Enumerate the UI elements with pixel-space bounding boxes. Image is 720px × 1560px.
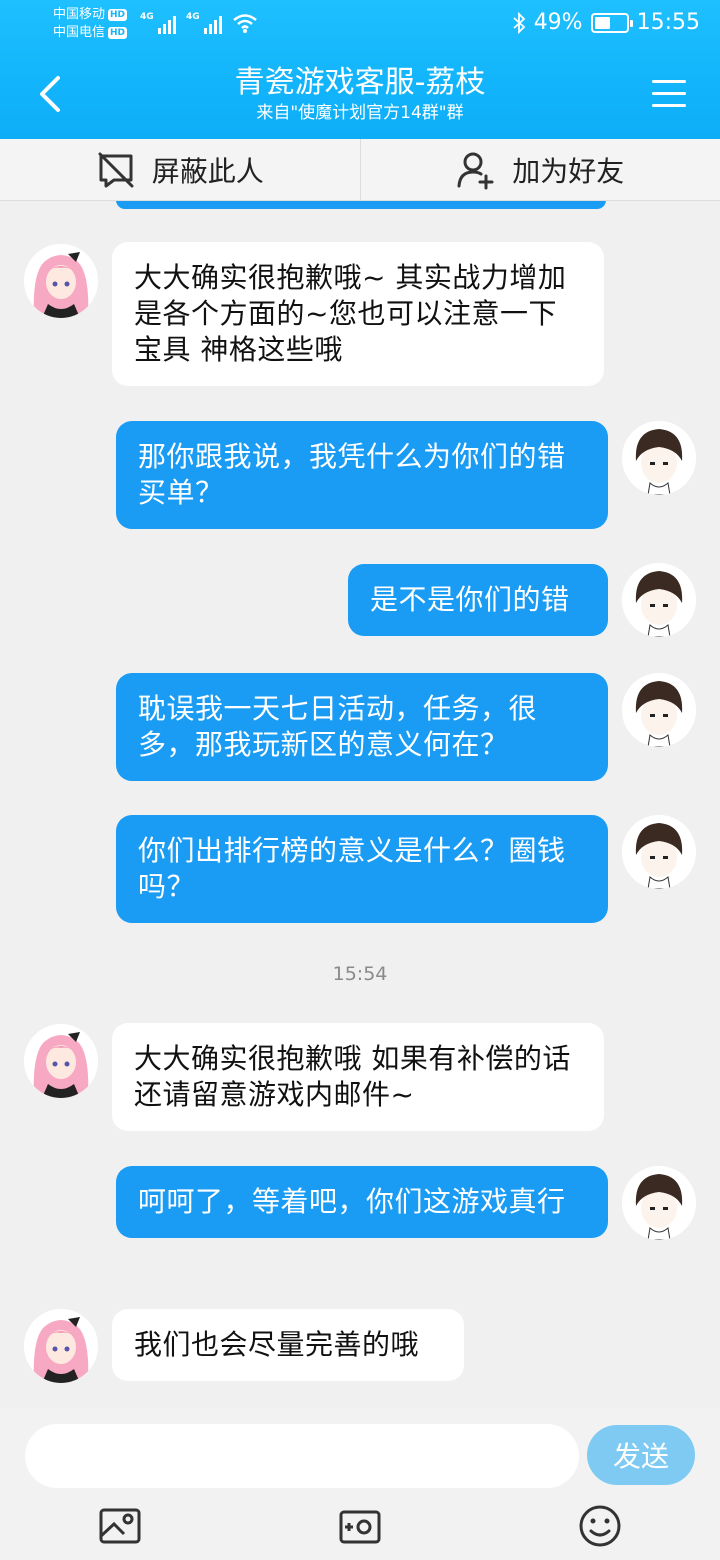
bluetooth-icon [513, 11, 525, 34]
wifi-icon [233, 14, 257, 33]
anime-girl-avatar-icon [24, 1024, 98, 1098]
message-bubble[interactable]: 大大确实很抱歉哦 如果有补偿的话 还请留意游戏内邮件~ [112, 1023, 604, 1131]
boy-avatar-icon [622, 421, 696, 495]
boy-avatar-icon [622, 815, 696, 889]
chevron-left-icon[interactable] [36, 74, 66, 114]
add-friend-icon [457, 152, 494, 189]
anime-girl-avatar-icon [24, 1309, 98, 1383]
avatar[interactable] [622, 563, 696, 637]
partial-message-bubble [116, 201, 606, 209]
boy-avatar-icon [622, 563, 696, 637]
image-icon[interactable] [98, 1504, 142, 1548]
boy-avatar-icon [622, 1166, 696, 1240]
message-bubble[interactable]: 大大确实很抱歉哦~ 其实战力增加是各个方面的~您也可以注意一下宝具 神格这些哦 [112, 242, 604, 386]
message-bubble[interactable]: 呵呵了，等着吧，你们这游戏真行 [116, 1166, 608, 1238]
message-list[interactable]: 大大确实很抱歉哦~ 其实战力增加是各个方面的~您也可以注意一下宝具 神格这些哦 … [0, 201, 720, 1408]
send-button[interactable]: 发送 [587, 1425, 695, 1485]
message-input[interactable] [25, 1424, 579, 1488]
battery-percent: 49% [533, 10, 583, 35]
hamburger-menu-icon[interactable] [652, 80, 686, 108]
hd-badge: HD [108, 9, 128, 21]
chat-title: 青瓷游戏客服-荔枝 [234, 65, 486, 100]
avatar[interactable] [622, 815, 696, 889]
hd-badge: HD [108, 27, 128, 39]
block-user-label: 屏蔽此人 [151, 154, 264, 188]
signal-icon: 4G [140, 12, 176, 34]
message-bubble[interactable]: 你们出排行榜的意义是什么？圈钱吗？ [116, 815, 608, 923]
boy-avatar-icon [622, 673, 696, 747]
block-icon [98, 152, 134, 187]
message-bubble[interactable]: 耽误我一天七日活动，任务，很多，那我玩新区的意义何在？ [116, 673, 608, 781]
avatar[interactable] [622, 421, 696, 495]
chat-subtitle: 来自"使魔计划官方14群"群 [256, 103, 464, 123]
avatar[interactable] [24, 1309, 98, 1383]
signal-icon: 4G [186, 12, 222, 34]
message-bubble[interactable]: 是不是你们的错 [348, 564, 608, 636]
action-bar: 屏蔽此人 加为好友 [0, 139, 720, 201]
emoji-icon[interactable] [578, 1504, 622, 1548]
clock: 15:55 [636, 10, 700, 35]
camera-icon[interactable] [338, 1504, 382, 1548]
avatar[interactable] [622, 1166, 696, 1240]
input-bar: 发送 [0, 1408, 720, 1560]
network-type: 4G [140, 12, 154, 22]
carrier-2: 中国电信 [53, 25, 106, 40]
message-timestamp: 15:54 [332, 963, 388, 985]
block-user-button[interactable]: 屏蔽此人 [0, 139, 360, 200]
network-type: 4G [186, 12, 200, 22]
carrier-info: 中国移动 HD 中国电信 HD [53, 6, 128, 42]
status-bar: 中国移动 HD 中国电信 HD 4G 4G 49% 15:55 [0, 0, 720, 48]
carrier-1: 中国移动 [53, 7, 106, 22]
chat-header: 中国移动 HD 中国电信 HD 4G 4G 49% 15:55 青瓷游戏客服-荔… [0, 0, 720, 139]
avatar[interactable] [24, 1024, 98, 1098]
message-bubble[interactable]: 我们也会尽量完善的哦 [112, 1309, 464, 1381]
anime-girl-avatar-icon [24, 244, 98, 318]
avatar[interactable] [622, 673, 696, 747]
message-bubble[interactable]: 那你跟我说，我凭什么为你们的错买单？ [116, 421, 608, 529]
add-friend-label: 加为好友 [512, 154, 625, 188]
avatar[interactable] [24, 244, 98, 318]
battery-icon [590, 12, 633, 33]
add-friend-button[interactable]: 加为好友 [359, 139, 720, 200]
